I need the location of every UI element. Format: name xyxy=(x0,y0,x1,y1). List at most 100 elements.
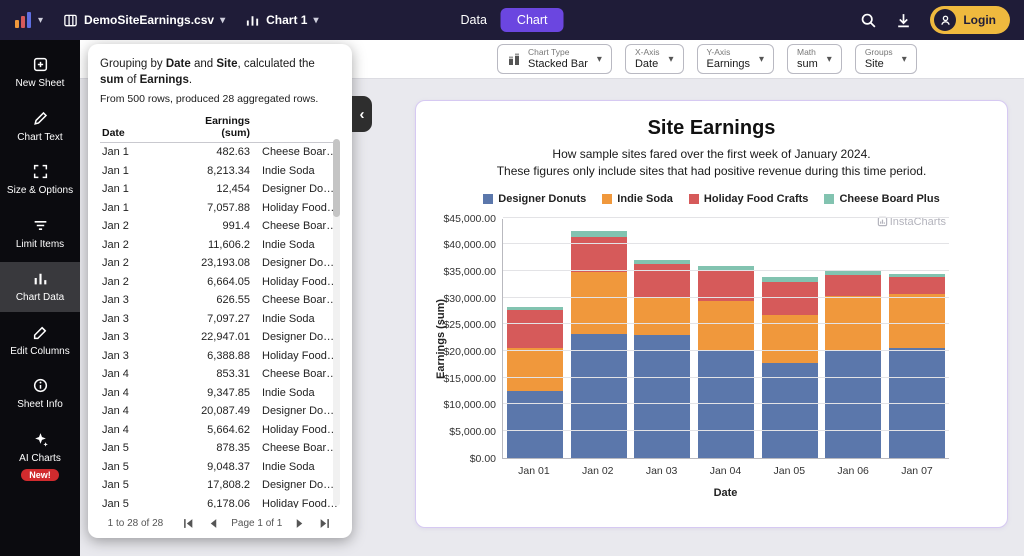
y-axis-dropdown[interactable]: Y-Axis Earnings ▾ xyxy=(697,44,774,74)
sidebar-item-edit-columns[interactable]: Edit Columns xyxy=(0,316,80,366)
table-header: Date Earnings (sum) xyxy=(100,113,340,143)
scrollbar-thumb[interactable] xyxy=(333,139,340,217)
table-scrollbar[interactable] xyxy=(333,139,340,506)
table-cell: Designer Donuts xyxy=(250,257,340,269)
sidebar-item-ai-charts[interactable]: AI Charts New! xyxy=(0,423,80,490)
bar-segment-holiday-food-crafts[interactable] xyxy=(825,275,881,296)
bar-jan-02[interactable] xyxy=(571,231,627,457)
chart-selector[interactable]: Chart 1 ▾ xyxy=(245,13,318,28)
sidebar-item-limit-items[interactable]: Limit Items xyxy=(0,209,80,259)
bar-segment-holiday-food-crafts[interactable] xyxy=(762,282,818,315)
sidebar-item-size-options[interactable]: Size & Options xyxy=(0,155,80,205)
y-tick-label: $25,000.00 xyxy=(443,319,496,331)
file-selector[interactable]: DemoSiteEarnings.csv ▾ xyxy=(63,13,225,28)
sidebar-item-label: Edit Columns xyxy=(10,346,69,358)
bar-segment-indie-soda[interactable] xyxy=(762,315,818,363)
x-axis-dropdown[interactable]: X-Axis Date ▾ xyxy=(625,44,684,74)
table-cell: 482.63 xyxy=(172,146,250,158)
column-header-date[interactable]: Date xyxy=(100,127,172,139)
table-cell: Jan 3 xyxy=(100,350,172,362)
table-row: Jan 36,388.88Holiday Food Crafts xyxy=(100,347,340,366)
sidebar-item-chart-data[interactable]: Chart Data xyxy=(0,262,80,312)
sidebar-item-label: Chart Text xyxy=(17,132,62,144)
sidebar-item-sheet-info[interactable]: Sheet Info xyxy=(0,369,80,419)
x-tick-label: Jan 01 xyxy=(506,465,562,477)
sidebar-item-label: New Sheet xyxy=(16,78,65,90)
sidebar-item-new-sheet[interactable]: New Sheet xyxy=(0,48,80,98)
new-sheet-icon xyxy=(32,56,49,73)
bar-segment-designer-donuts[interactable] xyxy=(634,335,690,457)
prev-page-button[interactable] xyxy=(206,518,221,529)
dropdown-label: Y-Axis xyxy=(707,48,750,57)
bar-segment-designer-donuts[interactable] xyxy=(825,351,881,458)
table-cell: Jan 2 xyxy=(100,220,172,232)
bar-jan-04[interactable] xyxy=(698,266,754,458)
bar-segment-indie-soda[interactable] xyxy=(507,348,563,392)
table-cell: Jan 4 xyxy=(100,387,172,399)
table-cell: Designer Donuts xyxy=(250,405,340,417)
bar-segment-designer-donuts[interactable] xyxy=(507,391,563,457)
table-row: Jan 5878.35Cheese Board Plus xyxy=(100,439,340,458)
legend-item: Cheese Board Plus xyxy=(824,193,939,205)
tab-data[interactable]: Data xyxy=(461,13,487,27)
columns-icon xyxy=(63,13,78,28)
gridline xyxy=(503,297,949,298)
legend-item: Designer Donuts xyxy=(483,193,586,205)
bar-segment-holiday-food-crafts[interactable] xyxy=(507,310,563,348)
bar-jan-01[interactable] xyxy=(507,307,563,457)
bar-segment-indie-soda[interactable] xyxy=(889,294,945,348)
chart-type-dropdown[interactable]: Chart Type Stacked Bar ▾ xyxy=(497,44,612,74)
bar-segment-indie-soda[interactable] xyxy=(634,298,690,336)
chart-legend: Designer DonutsIndie SodaHoliday Food Cr… xyxy=(434,193,989,205)
size-options-icon xyxy=(32,163,49,180)
last-page-button[interactable] xyxy=(317,518,332,529)
gridline xyxy=(503,403,949,404)
y-tick-label: $40,000.00 xyxy=(443,239,496,251)
bar-segment-indie-soda[interactable] xyxy=(571,272,627,334)
bar-segment-indie-soda[interactable] xyxy=(698,301,754,351)
bar-segment-designer-donuts[interactable] xyxy=(571,334,627,458)
bar-segment-holiday-food-crafts[interactable] xyxy=(571,237,627,273)
next-page-button[interactable] xyxy=(292,518,307,529)
login-label: Login xyxy=(963,13,996,27)
table-cell: Cheese Board Plus xyxy=(250,220,340,232)
table-cell: 6,388.88 xyxy=(172,350,250,362)
groups-dropdown[interactable]: Groups Site ▾ xyxy=(855,44,917,74)
table-row: Jan 223,193.08Designer Donuts xyxy=(100,254,340,273)
chevron-down-icon: ▾ xyxy=(313,15,318,26)
download-icon[interactable] xyxy=(895,12,912,29)
plot-area: InstaCharts xyxy=(502,219,949,459)
sheet-info-icon xyxy=(32,377,49,394)
bar-jan-03[interactable] xyxy=(634,260,690,458)
table-cell: 17,808.2 xyxy=(172,479,250,491)
y-tick-label: $15,000.00 xyxy=(443,373,496,385)
table-cell: Indie Soda xyxy=(250,165,340,177)
x-tick-label: Jan 03 xyxy=(634,465,690,477)
table-row: Jan 420,087.49Designer Donuts xyxy=(100,402,340,421)
summary-segment: of xyxy=(124,74,140,86)
y-tick-label: $35,000.00 xyxy=(443,266,496,278)
table-cell: 6,178.06 xyxy=(172,498,250,508)
math-dropdown[interactable]: Math sum ▾ xyxy=(787,44,842,74)
table-cell: Jan 1 xyxy=(100,202,172,214)
gridline xyxy=(503,270,949,271)
bar-segment-holiday-food-crafts[interactable] xyxy=(889,277,945,294)
login-button[interactable]: Login xyxy=(930,6,1010,34)
panel-collapse-button[interactable]: ‹ xyxy=(352,96,372,132)
table-cell: Jan 5 xyxy=(100,442,172,454)
sidebar-item-chart-text[interactable]: Chart Text xyxy=(0,102,80,152)
x-tick-label: Jan 06 xyxy=(825,465,881,477)
y-tick-label: $20,000.00 xyxy=(443,346,496,358)
column-header-earnings[interactable]: Earnings (sum) xyxy=(192,115,250,139)
chevron-left-icon: ‹ xyxy=(360,107,365,122)
table-cell: Jan 5 xyxy=(100,479,172,491)
table-row: Jan 59,048.37Indie Soda xyxy=(100,458,340,477)
dropdown-label: Math xyxy=(797,48,818,57)
tab-chart[interactable]: Chart xyxy=(501,8,564,32)
watermark-icon xyxy=(877,216,888,227)
bar-segment-holiday-food-crafts[interactable] xyxy=(634,264,690,298)
first-page-button[interactable] xyxy=(181,518,196,529)
table-cell: Jan 3 xyxy=(100,294,172,306)
search-icon[interactable] xyxy=(860,12,877,29)
app-logo[interactable]: ▾ xyxy=(14,11,43,29)
